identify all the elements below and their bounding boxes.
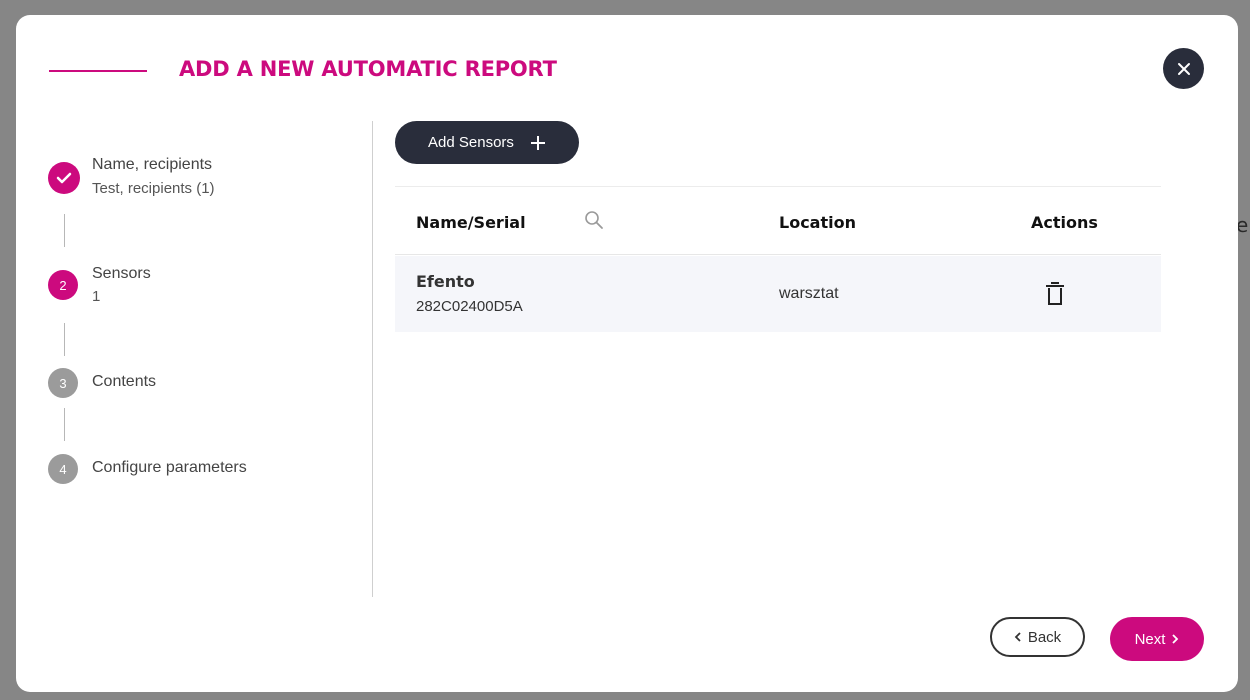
step-connector (64, 408, 65, 441)
close-icon (1177, 62, 1190, 75)
step-subtitle: Test, recipients (1) (92, 180, 215, 197)
step-title: Configure parameters (92, 459, 247, 476)
title-accent-line (49, 70, 147, 72)
trash-icon[interactable] (1042, 280, 1068, 308)
sensor-name: Efento (416, 272, 475, 291)
step-title: Contents (92, 373, 157, 390)
table-row: Efento 282C02400D5A warsztat (395, 256, 1161, 332)
chevron-left-icon (1014, 632, 1021, 642)
step-complete-indicator (48, 162, 80, 194)
close-button[interactable] (1163, 48, 1204, 89)
dialog-title: ADD A NEW AUTOMATIC REPORT (179, 57, 557, 81)
add-sensors-label: Add Sensors (428, 134, 514, 151)
next-button[interactable]: Next (1110, 617, 1204, 661)
chevron-right-icon (1172, 634, 1179, 644)
table-header-divider (395, 254, 1161, 255)
step-title: Sensors (92, 265, 151, 282)
column-header-actions: Actions (1031, 213, 1098, 232)
step-subtitle: 1 (92, 288, 101, 305)
column-header-location: Location (779, 213, 856, 232)
add-report-dialog: ADD A NEW AUTOMATIC REPORT Name, recipie… (16, 15, 1238, 692)
checkmark-icon (56, 172, 72, 184)
step-number-badge: 3 (48, 368, 78, 398)
step-title: Name, recipients (92, 156, 213, 173)
vertical-divider (372, 121, 373, 597)
column-header-name-serial: Name/Serial (416, 213, 526, 232)
step-connector (64, 323, 65, 356)
step-connector (64, 214, 65, 247)
step-number-badge: 2 (48, 270, 78, 300)
back-button[interactable]: Back (990, 617, 1085, 657)
add-sensors-button[interactable]: Add Sensors (395, 121, 579, 164)
back-label: Back (1027, 628, 1062, 646)
next-label: Next (1134, 630, 1166, 648)
step-number-badge: 4 (48, 454, 78, 484)
table-divider (395, 186, 1161, 187)
plus-icon (530, 135, 545, 150)
sensor-location: warsztat (779, 285, 839, 302)
search-icon[interactable] (584, 210, 604, 230)
sensor-serial: 282C02400D5A (416, 298, 523, 315)
